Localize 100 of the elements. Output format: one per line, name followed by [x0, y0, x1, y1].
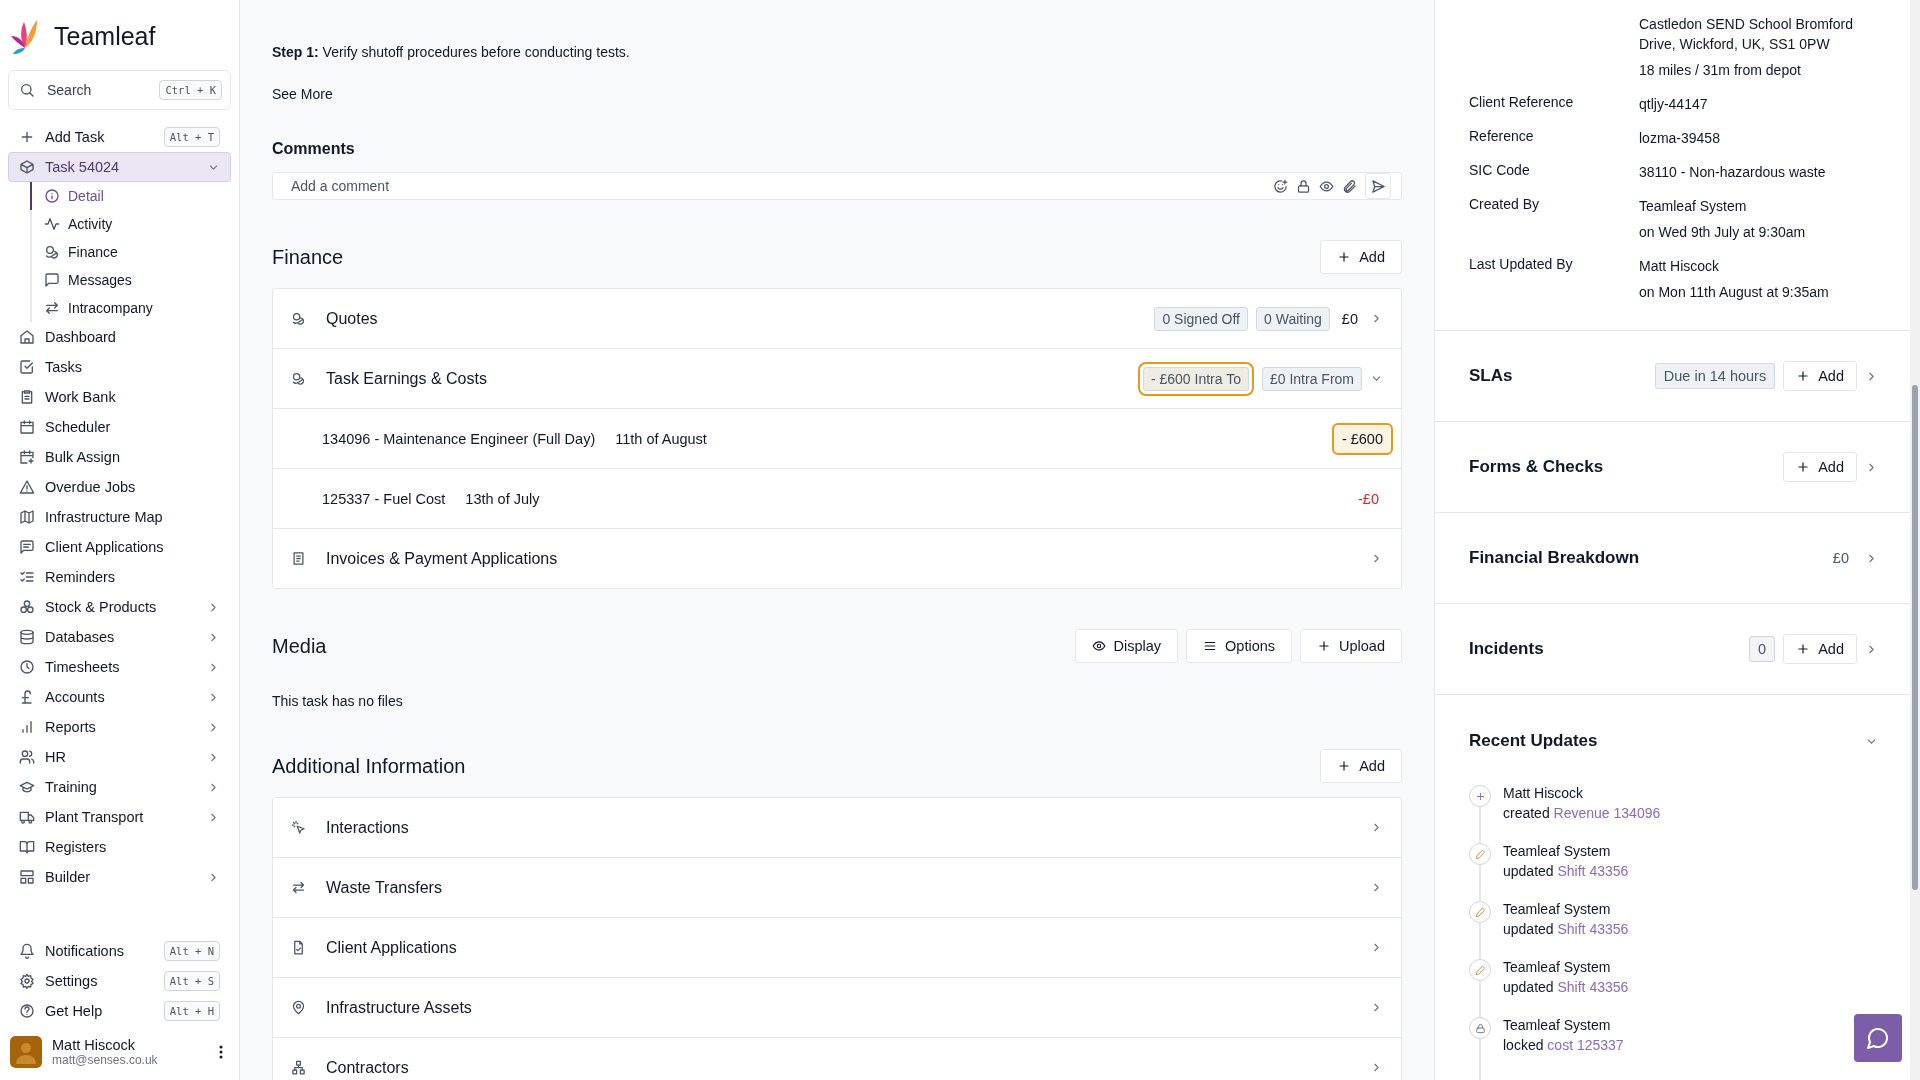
nav-item[interactable]: Overdue Jobs [8, 472, 231, 502]
media-button[interactable]: Options [1186, 629, 1293, 663]
pencil-icon [1474, 964, 1486, 976]
line-title: 125337 - Fuel Cost [322, 490, 446, 507]
nav-item[interactable]: Get Help Alt + H [8, 996, 231, 1026]
add-button[interactable]: Add [1320, 240, 1402, 274]
update-link[interactable]: cost 125337 [1547, 1037, 1624, 1053]
row-title: Contractors [326, 1058, 409, 1077]
update-link[interactable]: Shift 43356 [1557, 863, 1629, 879]
section-title: Media [272, 634, 327, 658]
nav-label: Timesheets [45, 659, 121, 675]
add-button[interactable]: Add [1320, 749, 1402, 783]
nav-item[interactable]: Training [8, 772, 231, 802]
lock-icon [1474, 1022, 1486, 1034]
nav-item[interactable]: Reminders [8, 562, 231, 592]
sub-nav-item[interactable]: Intracompany [30, 294, 231, 322]
add-button[interactable]: Add [1783, 452, 1857, 482]
nav-item[interactable]: Scheduler [8, 412, 231, 442]
media-button[interactable]: Upload [1300, 629, 1402, 663]
nav-item[interactable]: Registers [8, 832, 231, 862]
update-link[interactable]: Shift 43356 [1557, 921, 1629, 937]
task-item[interactable]: Task 54024 [8, 152, 231, 182]
amount: -£0 [1358, 490, 1379, 507]
nav-item[interactable]: Bulk Assign [8, 442, 231, 472]
media-button[interactable]: Display [1074, 629, 1179, 663]
row-title: Task Earnings & Costs [326, 369, 487, 388]
nav-item[interactable]: Stock & Products [8, 592, 231, 622]
add-task-item[interactable]: Add Task Alt + T [8, 122, 231, 152]
panel-row[interactable]: SLAs Due in 14 hours Add [1435, 330, 1910, 421]
info-row[interactable]: Interactions [273, 798, 1401, 858]
row-title: Quotes [326, 309, 378, 328]
nav-item[interactable]: Tasks [8, 352, 231, 382]
info-row[interactable]: Contractors [273, 1038, 1401, 1080]
sub-nav-item[interactable]: Messages [30, 266, 231, 294]
nav-item[interactable]: Infrastructure Map [8, 502, 231, 532]
nav-item[interactable]: Plant Transport [8, 802, 231, 832]
panel-row[interactable]: Forms & Checks Add [1435, 421, 1910, 512]
nav-item[interactable]: Work Bank [8, 382, 231, 412]
send-icon [1370, 178, 1386, 194]
bar-chart-icon [19, 719, 35, 735]
detail-label: Client Reference [1469, 94, 1575, 112]
nav-item[interactable]: HR [8, 742, 231, 772]
panel-row[interactable]: Incidents 0 Add [1435, 603, 1910, 694]
nav-item[interactable]: Settings Alt + S [8, 966, 231, 996]
row-title: Infrastructure Assets [326, 998, 472, 1017]
info-row[interactable]: Waste Transfers [273, 858, 1401, 918]
nav-item[interactable]: Accounts [8, 682, 231, 712]
nav-item[interactable]: Timesheets [8, 652, 231, 682]
update-actor: Teamleaf System [1503, 959, 1612, 975]
nav-item[interactable]: Notifications Alt + N [8, 936, 231, 966]
sub-nav-item[interactable]: Detail [30, 182, 231, 210]
detail-value: Matt Hiscock [1639, 257, 1721, 276]
finance-row[interactable]: Task Earnings & Costs - £600 Intra To £0 Intra From [273, 349, 1401, 409]
sub-nav-item[interactable]: Activity [30, 210, 231, 238]
comment-field[interactable]: Add a comment [289, 177, 1265, 195]
nav-label: Dashboard [45, 329, 117, 345]
detail-label: Created By [1469, 196, 1541, 214]
comment-box[interactable]: Add a comment [272, 172, 1402, 200]
nav-item[interactable]: Databases [8, 622, 231, 652]
user-email: matt@senses.co.uk [52, 1053, 159, 1067]
activity-icon [44, 216, 60, 232]
cost-line-row[interactable]: 134096 - Maintenance Engineer (Full Day) 11th of August - £600 [273, 409, 1401, 469]
update-link[interactable]: Shift 43356 [1557, 979, 1629, 995]
detail-label: Reference [1469, 128, 1535, 146]
receipt-icon [291, 551, 306, 566]
nav-item[interactable]: Dashboard [8, 322, 231, 352]
search-field[interactable]: Search Ctrl + K [8, 70, 231, 110]
row-title: Interactions [326, 818, 409, 837]
amount: £0 [1832, 550, 1849, 566]
help-icon [19, 1003, 35, 1019]
finance-row[interactable]: Quotes 0 Signed Off 0 Waiting £0 [273, 289, 1401, 349]
scrollbar[interactable] [1912, 385, 1918, 890]
see-more-link[interactable]: See More [272, 86, 333, 102]
nav-item[interactable]: Reports [8, 712, 231, 742]
add-button[interactable]: Add [1783, 361, 1857, 391]
cost-line-row[interactable]: 125337 - Fuel Cost 13th of July -£0 [273, 469, 1401, 529]
plus-icon [1337, 759, 1352, 773]
nav-label: Reports [45, 719, 97, 735]
nav-label: Settings [45, 973, 99, 989]
update-actor: Matt Hiscock [1503, 785, 1585, 801]
info-row[interactable]: Infrastructure Assets [273, 978, 1401, 1038]
nav-label: Client Applications [45, 539, 165, 555]
plus-icon [1796, 369, 1811, 383]
add-button[interactable]: Add [1783, 634, 1857, 664]
shortcut-key: Alt + N [163, 941, 220, 961]
section-title: Finance [272, 245, 344, 269]
finance-row[interactable]: Invoices & Payment Applications [273, 529, 1401, 588]
nav-item[interactable]: Builder [8, 862, 231, 892]
nav-label: Registers [45, 839, 108, 855]
update-actor: Teamleaf System [1503, 843, 1612, 859]
nav-label: Scheduler [45, 419, 112, 435]
message-icon [19, 539, 35, 555]
info-row[interactable]: Client Applications [273, 918, 1401, 978]
send-button[interactable] [1365, 173, 1391, 199]
chat-button[interactable] [1854, 1014, 1902, 1062]
search-input[interactable]: Search [45, 81, 150, 99]
update-link[interactable]: Revenue 134096 [1553, 805, 1661, 821]
sub-nav-item[interactable]: Finance [30, 238, 231, 266]
layout-icon [19, 869, 35, 885]
nav-item[interactable]: Client Applications [8, 532, 231, 562]
